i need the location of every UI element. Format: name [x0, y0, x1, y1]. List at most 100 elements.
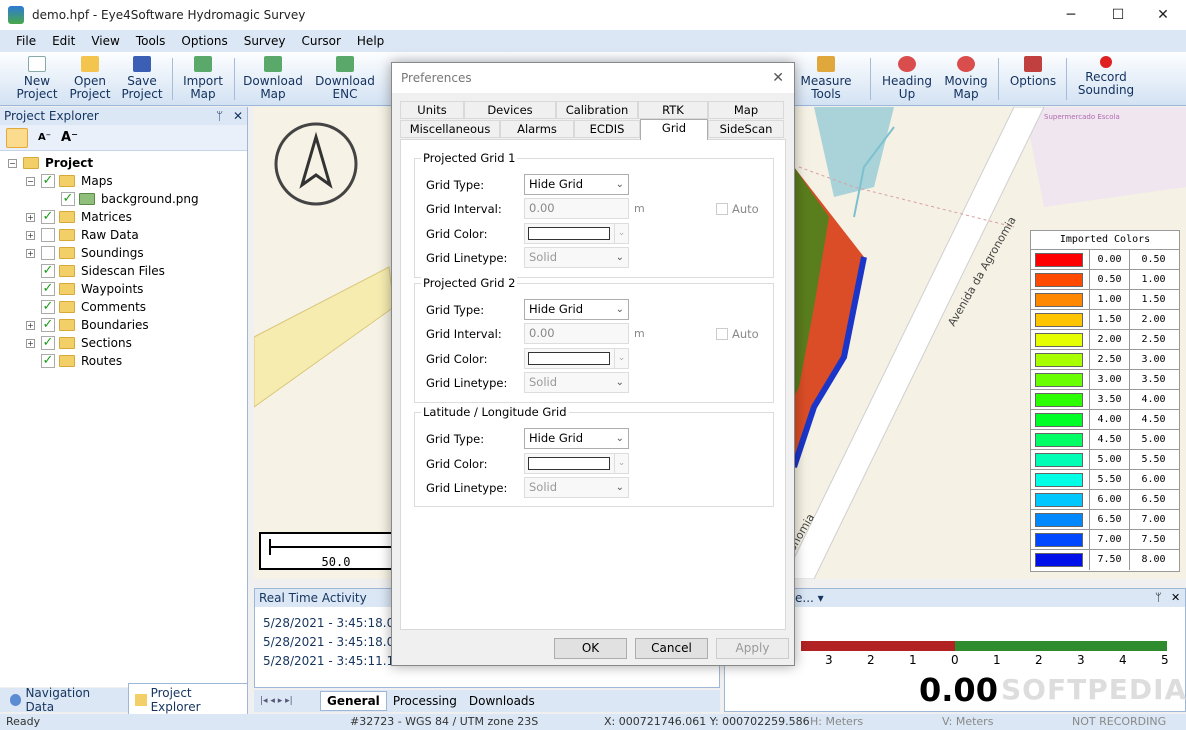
checkbox[interactable]: ✓	[41, 264, 55, 278]
font-smaller-button[interactable]: A⁻	[38, 132, 51, 143]
checkbox[interactable]: ✓	[41, 336, 55, 350]
menu-cursor[interactable]: Cursor	[293, 34, 348, 48]
menu-tools[interactable]: Tools	[128, 34, 174, 48]
close-panel-icon[interactable]: ✕	[1171, 591, 1180, 604]
checkbox[interactable]	[41, 228, 55, 242]
tab-scroll-arrows[interactable]: |◂ ◂ ▸ ▸|	[254, 696, 320, 706]
legend-from: 1.50	[1089, 309, 1129, 330]
font-larger-button[interactable]: A⁻	[61, 130, 78, 145]
menu-view[interactable]: View	[83, 34, 127, 48]
legend-row: 6.50 7.00	[1031, 509, 1179, 530]
grid-interval-input[interactable]: 0.00	[524, 323, 629, 344]
tree-item-maps[interactable]: − ✓ Maps	[26, 172, 113, 190]
tree-item-raw-data[interactable]: + Raw Data	[26, 226, 139, 244]
save-project-button[interactable]: Save Project	[118, 54, 166, 104]
checkbox[interactable]: ✓	[41, 210, 55, 224]
menu-file[interactable]: File	[8, 34, 44, 48]
dialog-close-icon[interactable]: ✕	[772, 70, 784, 86]
tab-sidescan[interactable]: SideScan	[708, 120, 784, 138]
grid-interval-label: Grid Interval:	[426, 327, 502, 341]
chevron-down-icon: ⌄	[615, 304, 624, 315]
pin-icon[interactable]: ᛘ	[1155, 591, 1162, 604]
tab-general[interactable]: General	[320, 691, 387, 711]
grid-linetype-select[interactable]: Solid ⌄	[524, 477, 629, 498]
tab-devices[interactable]: Devices	[464, 101, 556, 119]
grid-type-select[interactable]: Hide Grid ⌄	[524, 174, 629, 195]
tree-root-project[interactable]: − Project	[8, 154, 93, 172]
checkbox[interactable]: ✓	[41, 174, 55, 188]
moving-map-button[interactable]: Moving Map	[940, 54, 992, 104]
legend-to: 7.00	[1129, 509, 1177, 530]
checkbox[interactable]: ✓	[61, 192, 75, 206]
auto-checkbox[interactable]: Auto	[716, 202, 759, 216]
checkbox[interactable]	[41, 246, 55, 260]
grid-linetype-select[interactable]: Solid ⌄	[524, 247, 629, 268]
grid-color-picker[interactable]: ⌄	[524, 348, 629, 369]
tree-item-matrices[interactable]: + ✓ Matrices	[26, 208, 132, 226]
download-enc-button[interactable]: Download ENC	[312, 54, 378, 104]
collapse-icon[interactable]: −	[8, 158, 17, 168]
tab-grid[interactable]: Grid	[640, 119, 708, 140]
checkbox[interactable]: ✓	[41, 354, 55, 368]
expand-icon[interactable]: +	[26, 212, 35, 222]
tab-rtk[interactable]: RTK	[638, 101, 708, 119]
pin-icon[interactable]: ᛘ	[216, 109, 223, 123]
heading-up-button[interactable]: Heading Up	[878, 54, 936, 104]
grid-interval-input[interactable]: 0.00	[524, 198, 629, 219]
depth-bar-positive	[955, 641, 1167, 651]
tab-miscellaneous[interactable]: Miscellaneous	[400, 120, 500, 138]
tree-item-sections[interactable]: + ✓ Sections	[26, 334, 132, 352]
close-panel-icon[interactable]: ✕	[233, 109, 243, 123]
view-dropdown[interactable]: e... ▾	[795, 591, 824, 605]
grid-linetype-select[interactable]: Solid ⌄	[524, 372, 629, 393]
grid-type-select[interactable]: Hide Grid ⌄	[524, 299, 629, 320]
expand-icon[interactable]: +	[26, 248, 35, 258]
tree-item-sidescan-files[interactable]: ✓ Sidescan Files	[26, 262, 165, 280]
tree-item-routes[interactable]: ✓ Routes	[26, 352, 122, 370]
menu-survey[interactable]: Survey	[236, 34, 294, 48]
grid-color-picker[interactable]: ⌄	[524, 453, 629, 474]
auto-checkbox[interactable]: Auto	[716, 327, 759, 341]
tree-item-waypoints[interactable]: ✓ Waypoints	[26, 280, 143, 298]
cancel-button[interactable]: Cancel	[635, 638, 708, 659]
tab-ecdis[interactable]: ECDIS	[574, 120, 640, 138]
apply-button[interactable]: Apply	[716, 638, 789, 659]
grid-type-select[interactable]: Hide Grid ⌄	[524, 428, 629, 449]
tree-item-soundings[interactable]: + Soundings	[26, 244, 144, 262]
options-button[interactable]: Options	[1006, 54, 1060, 104]
new-project-button[interactable]: New Project	[12, 54, 62, 104]
explorer-tool-button[interactable]	[6, 127, 28, 148]
tab-units[interactable]: Units	[400, 101, 464, 119]
tree-item-boundaries[interactable]: + ✓ Boundaries	[26, 316, 149, 334]
record-sounding-button[interactable]: Record Sounding	[1074, 54, 1138, 104]
expand-icon[interactable]: +	[26, 338, 35, 348]
tree-item-background-png[interactable]: ✓ background.png	[46, 190, 199, 208]
checkbox[interactable]: ✓	[41, 300, 55, 314]
expand-icon[interactable]: +	[26, 320, 35, 330]
tab-downloads[interactable]: Downloads	[463, 692, 541, 710]
menu-options[interactable]: Options	[173, 34, 235, 48]
checkbox[interactable]: ✓	[41, 318, 55, 332]
maximize-button[interactable]: ☐	[1095, 0, 1141, 30]
tree-item-comments[interactable]: ✓ Comments	[26, 298, 146, 316]
tab-calibration[interactable]: Calibration	[556, 101, 638, 119]
expand-icon[interactable]: +	[26, 230, 35, 240]
grid-color-picker[interactable]: ⌄	[524, 223, 629, 244]
tab-processing[interactable]: Processing	[387, 692, 463, 710]
tab-map[interactable]: Map	[708, 101, 784, 119]
menu-edit[interactable]: Edit	[44, 34, 83, 48]
download-map-button[interactable]: Download Map	[240, 54, 306, 104]
legend-from: 7.50	[1089, 549, 1129, 570]
measure-tools-button[interactable]: Measure Tools	[798, 54, 854, 104]
tab-navigation-data[interactable]: Navigation Data	[4, 684, 124, 716]
import-map-button[interactable]: Import Map	[178, 54, 228, 104]
collapse-icon[interactable]: −	[26, 176, 35, 186]
minimize-button[interactable]: ─	[1048, 0, 1094, 30]
tab-alarms[interactable]: Alarms	[500, 120, 574, 138]
close-button[interactable]: ✕	[1140, 0, 1186, 30]
open-project-button[interactable]: Open Project	[66, 54, 114, 104]
menu-help[interactable]: Help	[349, 34, 392, 48]
ok-button[interactable]: OK	[554, 638, 627, 659]
checkbox[interactable]: ✓	[41, 282, 55, 296]
tab-project-explorer[interactable]: Project Explorer	[128, 683, 248, 717]
